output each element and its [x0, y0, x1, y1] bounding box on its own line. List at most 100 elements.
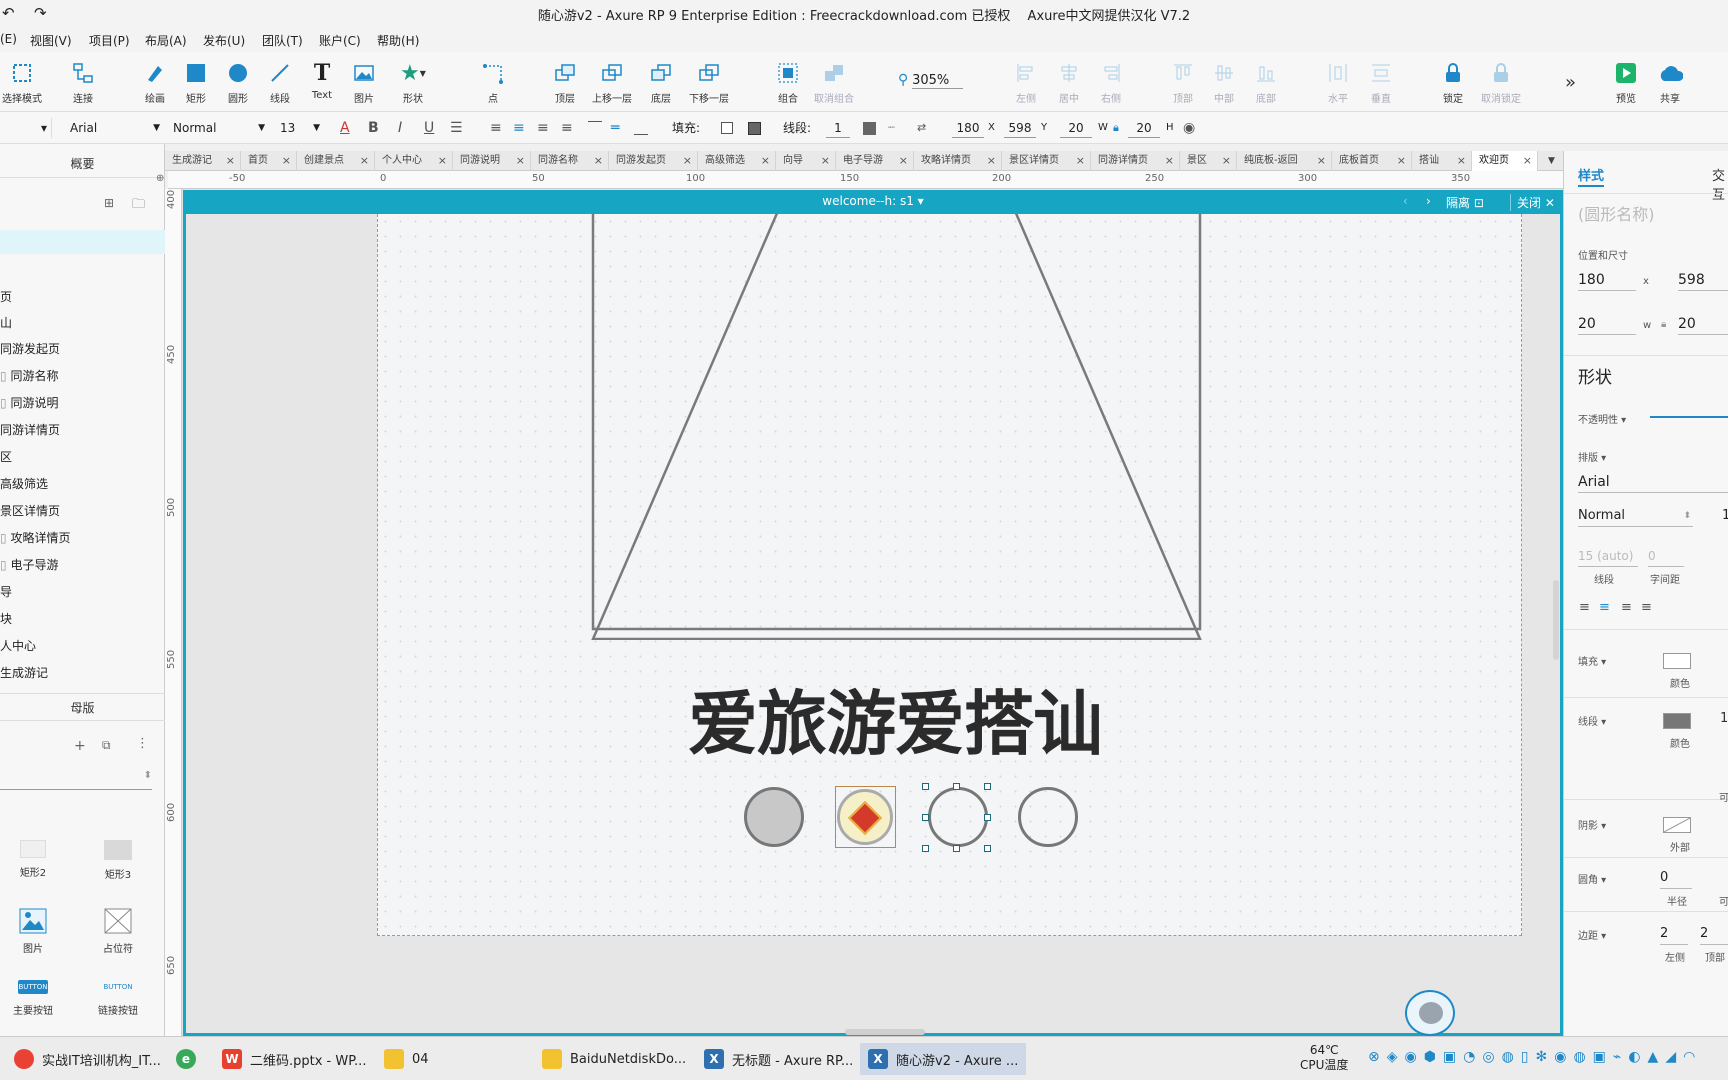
h-input[interactable]: 20 [1128, 118, 1160, 138]
indicator-dot-2-selection[interactable] [835, 786, 896, 848]
line-style-icon[interactable]: ┈ [888, 118, 895, 138]
cpu-temperature[interactable]: 64℃ CPU温度 [1300, 1043, 1348, 1073]
page-item[interactable]: 景区详情页 [0, 502, 60, 519]
menu-project[interactable]: 项目(P) [89, 32, 130, 49]
close-icon[interactable]: × [594, 151, 603, 171]
welcome-slogan[interactable]: 爱旅游爱搭讪 [660, 668, 1130, 769]
widget-link-button[interactable]: BUTTON 链接按钮 [88, 980, 148, 1017]
line-width-input[interactable]: 1 [826, 118, 850, 138]
taskbar-item-chrome[interactable]: 实战IT培训机构_IT... [14, 1043, 161, 1075]
taskbar-item-folder-04[interactable]: 04 [384, 1043, 429, 1075]
valign-top-icon[interactable]: ⎺ [588, 118, 602, 138]
isolate-button[interactable]: 隔离 ⊡ [1446, 194, 1484, 211]
page-item[interactable]: ▯ 同游名称 [0, 367, 58, 384]
resize-handle[interactable] [922, 814, 929, 821]
page-item[interactable]: ▯ 攻略详情页 [0, 529, 70, 546]
tab-item[interactable]: 搭讪 × [1412, 151, 1472, 171]
resize-handle[interactable] [922, 783, 929, 790]
stroke-width-input[interactable]: 1 [1720, 711, 1728, 726]
bullet-list-icon[interactable]: ☰ [450, 118, 463, 138]
close-icon[interactable]: × [683, 151, 692, 171]
inspector-font-select[interactable]: Arial [1578, 471, 1728, 493]
frame-rectangle[interactable] [591, 214, 1202, 631]
close-icon[interactable]: × [516, 151, 525, 171]
menu-team[interactable]: 团队(T) [262, 32, 303, 49]
w-input[interactable]: 20 [1060, 118, 1092, 138]
taskbar-item-axure-untitled[interactable]: X 无标题 - Axure RP... [704, 1043, 853, 1075]
more-tools-icon[interactable]: » [1565, 72, 1576, 93]
resize-handle[interactable] [984, 814, 991, 821]
page-item[interactable]: 块 [0, 610, 12, 627]
system-tray-icons[interactable]: ⊗◈◉⬢▣◔◎◍▯✻◉◍▣⌁◐▲◢◠ [1368, 1049, 1702, 1065]
page-item[interactable]: 同游发起页 [0, 340, 60, 357]
close-icon[interactable]: × [1076, 151, 1085, 171]
text-align-left-icon[interactable]: ≡ [1579, 600, 1590, 615]
shadow-swatch[interactable] [1663, 817, 1691, 833]
dynamic-panel-title[interactable]: welcome--h: s1 ▾ [183, 194, 1563, 208]
align-text-center-icon[interactable]: ≡ [513, 118, 525, 138]
copy-icon[interactable]: ⧉ [102, 738, 111, 753]
align-right-button[interactable]: 右侧 [1081, 60, 1141, 105]
widget-primary-button[interactable]: BUTTON 主要按钮 [3, 980, 63, 1017]
text-align-center-icon[interactable]: ≡ [1599, 600, 1610, 615]
tab-item[interactable]: 底板首页 × [1332, 151, 1412, 171]
style-dropdown[interactable]: ▾ [0, 118, 52, 138]
tab-item[interactable]: 高级筛选 × [698, 151, 776, 171]
unlock-button[interactable]: 取消锁定 [1471, 60, 1531, 105]
x-input[interactable]: 180 [952, 118, 984, 138]
align-text-left-icon[interactable]: ≡ [490, 118, 502, 138]
assistant-mascot-icon[interactable] [1405, 990, 1455, 1036]
page-item[interactable]: 山 [0, 314, 12, 331]
page-item[interactable]: 高级筛选 [0, 475, 48, 492]
indicator-dot-1[interactable] [744, 787, 804, 847]
resize-handle[interactable] [984, 783, 991, 790]
resize-handle[interactable] [953, 845, 960, 852]
tab-item[interactable]: 纯底板-返回 × [1237, 151, 1332, 171]
add-master-icon[interactable]: + [74, 738, 86, 754]
page-item[interactable]: 区 [0, 448, 12, 465]
align-text-justify-icon[interactable]: ≡ [561, 118, 573, 138]
page-item[interactable]: 人中心 [0, 637, 36, 654]
resize-handle[interactable] [953, 783, 960, 790]
close-panel-button[interactable]: 关闭 ✕ [1510, 194, 1555, 211]
text-align-right-icon[interactable]: ≡ [1621, 600, 1632, 615]
close-icon[interactable]: × [438, 151, 447, 171]
close-icon[interactable]: × [1397, 151, 1406, 171]
vertical-scrollbar[interactable] [1553, 580, 1559, 660]
taskbar-item-axure-active[interactable]: X 随心游v2 - Axure ... [860, 1043, 1027, 1075]
close-icon[interactable]: × [761, 151, 770, 171]
tab-item[interactable]: 生成游记 × [165, 151, 241, 171]
shape-name-input[interactable]: (圆形名称) [1578, 201, 1655, 225]
menu-layout[interactable]: 布局(A) [145, 32, 187, 49]
page-item[interactable]: ▯ 电子导游 [0, 556, 58, 573]
taskbar-item-baidu-folder[interactable]: BaiduNetdiskDo... [542, 1043, 686, 1075]
tab-style[interactable]: 样式 [1578, 165, 1604, 184]
letter-spacing-input[interactable]: 0 [1648, 545, 1684, 567]
down-layer-button[interactable]: 下移一层 [679, 60, 739, 105]
close-icon[interactable]: × [1457, 151, 1466, 171]
close-icon[interactable]: × [1222, 151, 1231, 171]
taskbar-item-browser[interactable]: e [176, 1043, 204, 1075]
opacity-slider[interactable] [1650, 416, 1728, 418]
tab-overflow-icon[interactable]: ▼ [1541, 151, 1563, 171]
prev-state-icon[interactable]: ‹ [1403, 194, 1408, 208]
tab-interactions[interactable]: 交互 [1712, 165, 1728, 203]
tab-item[interactable]: 同游详情页 × [1091, 151, 1180, 171]
close-icon[interactable]: × [1523, 151, 1532, 171]
page-item[interactable]: ▯ 同游说明 [0, 394, 58, 411]
widget-rect3[interactable]: 矩形3 [88, 840, 148, 881]
widget-image[interactable]: 图片 [3, 908, 63, 955]
tab-item[interactable]: 同游说明 × [453, 151, 531, 171]
add-folder-icon[interactable]: 🗀︎ [132, 195, 145, 217]
tab-item[interactable]: 同游名称 × [531, 151, 609, 171]
visibility-eye-icon[interactable]: ◉ [1183, 118, 1195, 138]
tab-item[interactable]: 同游发起页 × [609, 151, 698, 171]
menu-help[interactable]: 帮助(H) [377, 32, 419, 49]
tab-item[interactable]: 创建景点 × [297, 151, 375, 171]
inspector-h-input[interactable]: 20 [1678, 313, 1728, 335]
tab-item[interactable]: 向导 × [776, 151, 836, 171]
close-icon[interactable]: × [282, 151, 291, 171]
y-input[interactable]: 598 [1004, 118, 1036, 138]
tab-item[interactable]: 个人中心 × [375, 151, 453, 171]
close-icon[interactable]: × [1165, 151, 1174, 171]
